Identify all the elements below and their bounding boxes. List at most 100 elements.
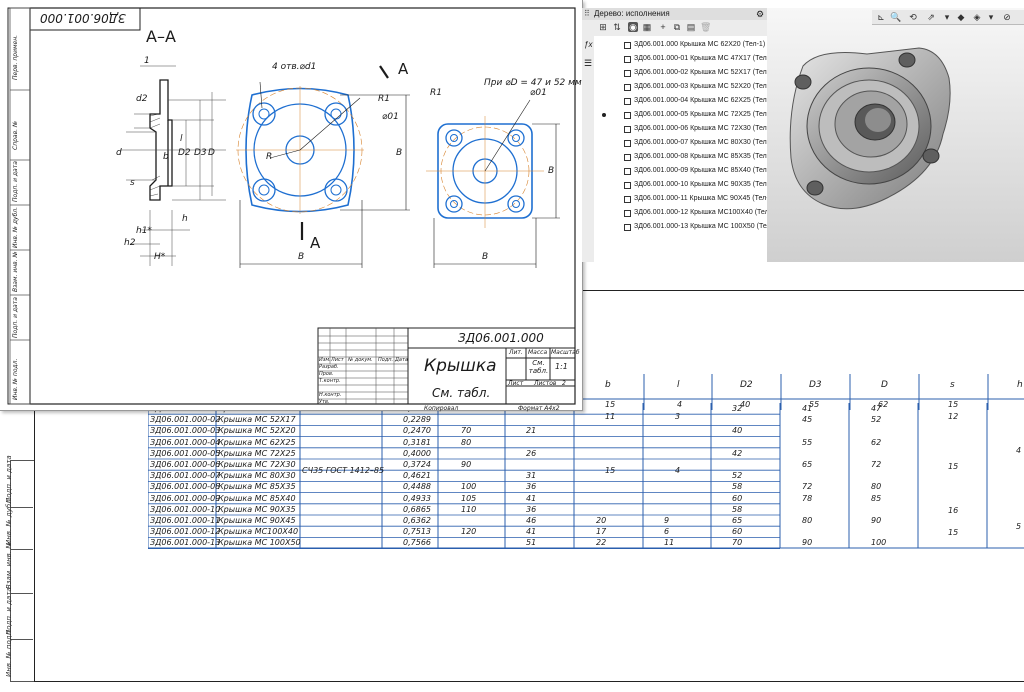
dim-B-front: B: [396, 148, 403, 158]
tree-item[interactable]: ЗД06.001.000-06 Крышка МС 72Х30 (Тел-1): [624, 122, 775, 136]
list-icon[interactable]: ☰: [584, 58, 592, 69]
add-icon[interactable]: +: [658, 22, 668, 32]
tree-item[interactable]: ЗД06.001.000-03 Крышка МС 52Х20 (Тел-1): [624, 80, 775, 94]
dim-R1: R1: [378, 94, 390, 104]
tree-item-label: ЗД06.001.000-08 Крышка МС 85Х35 (Тел-1): [634, 153, 776, 160]
tree-item[interactable]: ЗД06.001.000-04 Крышка МС 62Х25 (Тел-1): [624, 94, 775, 108]
col-header-b: b: [605, 380, 611, 390]
tree-item-label: ЗД06.001.000-02 Крышка МС 52Х17 (Тел-1): [634, 69, 776, 76]
part-icon: [624, 195, 631, 203]
title-doc-code: ЗД06.001.000: [458, 331, 544, 345]
variants-tree-panel[interactable]: ⠿ Дерево: исполнения ⚙ ⊞ ⇅ ◉ ▦ + ⧉ ▤ 🗑 ƒ…: [582, 8, 779, 262]
tree-item[interactable]: ЗД06.001.000-07 Крышка МС 80Х30 (Тел-1): [624, 136, 775, 150]
model-panel[interactable]: ⠿ Дерево: исполнения ⚙ ⊞ ⇅ ◉ ▦ + ⧉ ▤ 🗑 ƒ…: [582, 8, 1024, 262]
tree-item[interactable]: ЗД06.001.000-09 Крышка МС 85Х40 (Тел-1): [624, 164, 775, 178]
tree-item-label: ЗД06.001.000-10 Крышка МС 90Х35 (Тел-1): [634, 181, 776, 188]
table-cell: Крышка МС 52Х17: [218, 415, 296, 425]
table-cell: 60: [732, 527, 743, 537]
tb-label-doc: № докум.: [348, 357, 373, 363]
tb-person-check: Пров.: [319, 371, 334, 377]
merged-b: 15: [605, 466, 616, 475]
gear-icon[interactable]: ⚙: [756, 8, 764, 20]
tree-item-label: ЗД06.001.000-04 Крышка МС 62Х25 (Тел-1): [634, 97, 776, 104]
table-cell: 41: [526, 527, 537, 537]
title-sheets: Листов: [534, 380, 557, 387]
table-cell: 0,2470: [403, 426, 431, 436]
tree-item[interactable]: ЗД06.001.000-13 Крышка МС 100Х50 (Тел-1): [624, 220, 779, 234]
merged-s16: 16: [948, 506, 959, 515]
tree-item[interactable]: ЗД06.001.000-12 Крышка МС100Х40 (Тел-1): [624, 206, 777, 220]
side-label: Инв. № подл.: [12, 358, 19, 400]
table-cell: 65: [802, 460, 813, 469]
table-cell: 46: [526, 516, 537, 525]
table-cell: 32: [732, 404, 743, 413]
dim-D: D: [208, 148, 215, 158]
tree-item[interactable]: ЗД06.001.000 Крышка МС 62Х20 (Тел-1): [624, 38, 765, 52]
dim-dia1-right: ⌀01: [530, 88, 547, 98]
tree-item[interactable]: ЗД06.001.000-08 Крышка МС 85Х35 (Тел-1): [624, 150, 775, 164]
tree-structure-icon[interactable]: ⊞: [598, 22, 608, 32]
delete-icon[interactable]: 🗑: [700, 22, 711, 32]
merged-s15: 15: [948, 462, 959, 471]
edit-icon[interactable]: ▤: [686, 22, 696, 32]
tree-item[interactable]: ЗД06.001.000-11 Крышка МС 90Х45 (Тел-1): [624, 192, 775, 206]
table-cell: Крышка МС 62Х25: [218, 437, 296, 447]
dim-h1: h1*: [136, 226, 152, 236]
title-format: Формат А4х2: [518, 405, 560, 412]
table-cell: 26: [526, 448, 537, 458]
sort-icon[interactable]: ⇅: [612, 22, 622, 32]
part-icon: [624, 111, 631, 119]
title-material: См. табл.: [432, 386, 491, 400]
spec-table: ЗД06.001.000-01Крышка МС 47Х170,18126518…: [148, 403, 1024, 551]
variants-icon[interactable]: ◉: [628, 22, 638, 32]
col-header-d: D: [881, 380, 888, 390]
fx-icon[interactable]: ƒx: [584, 40, 592, 49]
dim-R1-right: R1: [430, 88, 442, 98]
title-scale-value: 1:1: [555, 362, 568, 371]
grip-icon[interactable]: ⠿: [584, 8, 590, 20]
table-cell: 36: [526, 482, 537, 492]
tree-title-bar[interactable]: ⠿ Дерево: исполнения ⚙: [582, 8, 767, 20]
table-cell: ЗД06.001.000-06: [150, 460, 221, 469]
table-cell: ЗД06.001.000-07: [150, 471, 221, 481]
view-marker-top: А: [398, 60, 409, 78]
tree-item-label: ЗД06.001.000 Крышка МС 62Х20 (Тел-1): [634, 41, 766, 48]
table-icon[interactable]: ▦: [642, 22, 652, 32]
table-cell: 110: [461, 504, 477, 514]
table-cell: 36: [526, 504, 537, 514]
merged-l3: 3: [675, 412, 681, 421]
table-cell: 0,7566: [403, 538, 431, 548]
table-cell: 0,4621: [403, 471, 431, 481]
copy-icon[interactable]: ⧉: [672, 22, 682, 32]
table-cell: ЗД06.001.000-12: [150, 527, 221, 537]
sheet-side-stamp: Подп. и дата Инв. № дубл. Взам. инв. № П…: [5, 455, 34, 682]
table-cell: 0,6362: [403, 516, 431, 525]
table-cell: ЗД06.001.000-13: [150, 538, 221, 548]
dim-dia1: ⌀01: [382, 112, 399, 122]
dim-B-right-bottom: B: [482, 252, 489, 262]
holes-note: 4 отв.⌀d1: [272, 62, 317, 72]
view-marker-bottom: А: [310, 234, 321, 252]
table-cell: 0,3181: [403, 437, 431, 447]
table-cell: Крышка МС 90Х35: [218, 504, 296, 514]
part-icon: [624, 97, 631, 105]
tree-item[interactable]: ЗД06.001.000-05 Крышка МС 72Х25 (Тел-1): [602, 108, 775, 122]
table-cell: ЗД06.001.000-11: [150, 516, 221, 525]
tree-item[interactable]: ЗД06.001.000-10 Крышка МС 90Х35 (Тел-1): [624, 178, 775, 192]
tree-item-label: ЗД06.001.000-09 Крышка МС 85Х40 (Тел-1): [634, 167, 776, 174]
table-cell: 120: [461, 527, 477, 537]
table-cell: 100: [461, 482, 477, 492]
tb-person-dev: Разраб.: [319, 364, 339, 370]
table-cell: 0,7513: [403, 527, 431, 537]
drawing-window[interactable]: ЗД06.001.000 А–А А А 4 отв.⌀d1 При ⌀D = …: [0, 0, 583, 412]
tree-item[interactable]: ЗД06.001.000-01 Крышка МС 47Х17 (Тел-1): [624, 52, 775, 66]
part-icon: [624, 125, 631, 133]
tree-item[interactable]: ЗД06.001.000-02 Крышка МС 52Х17 (Тел-1): [624, 66, 775, 80]
3d-viewport[interactable]: ⊾ 🔍 ⟲ ⇗ ▾ ◆ ◈ ▾ ⊘: [767, 8, 1024, 262]
tree-item-label: ЗД06.001.000-13 Крышка МС 100Х50 (Тел-1): [634, 223, 780, 230]
tree-toolbar: ⊞ ⇅ ◉ ▦ + ⧉ ▤ 🗑: [582, 20, 767, 36]
table-cell: 0,4000: [403, 448, 431, 458]
table-cell: Крышка МС 72Х30: [218, 460, 296, 469]
part-icon: [624, 55, 631, 63]
side-label: Инв. № дубл.: [12, 206, 19, 248]
